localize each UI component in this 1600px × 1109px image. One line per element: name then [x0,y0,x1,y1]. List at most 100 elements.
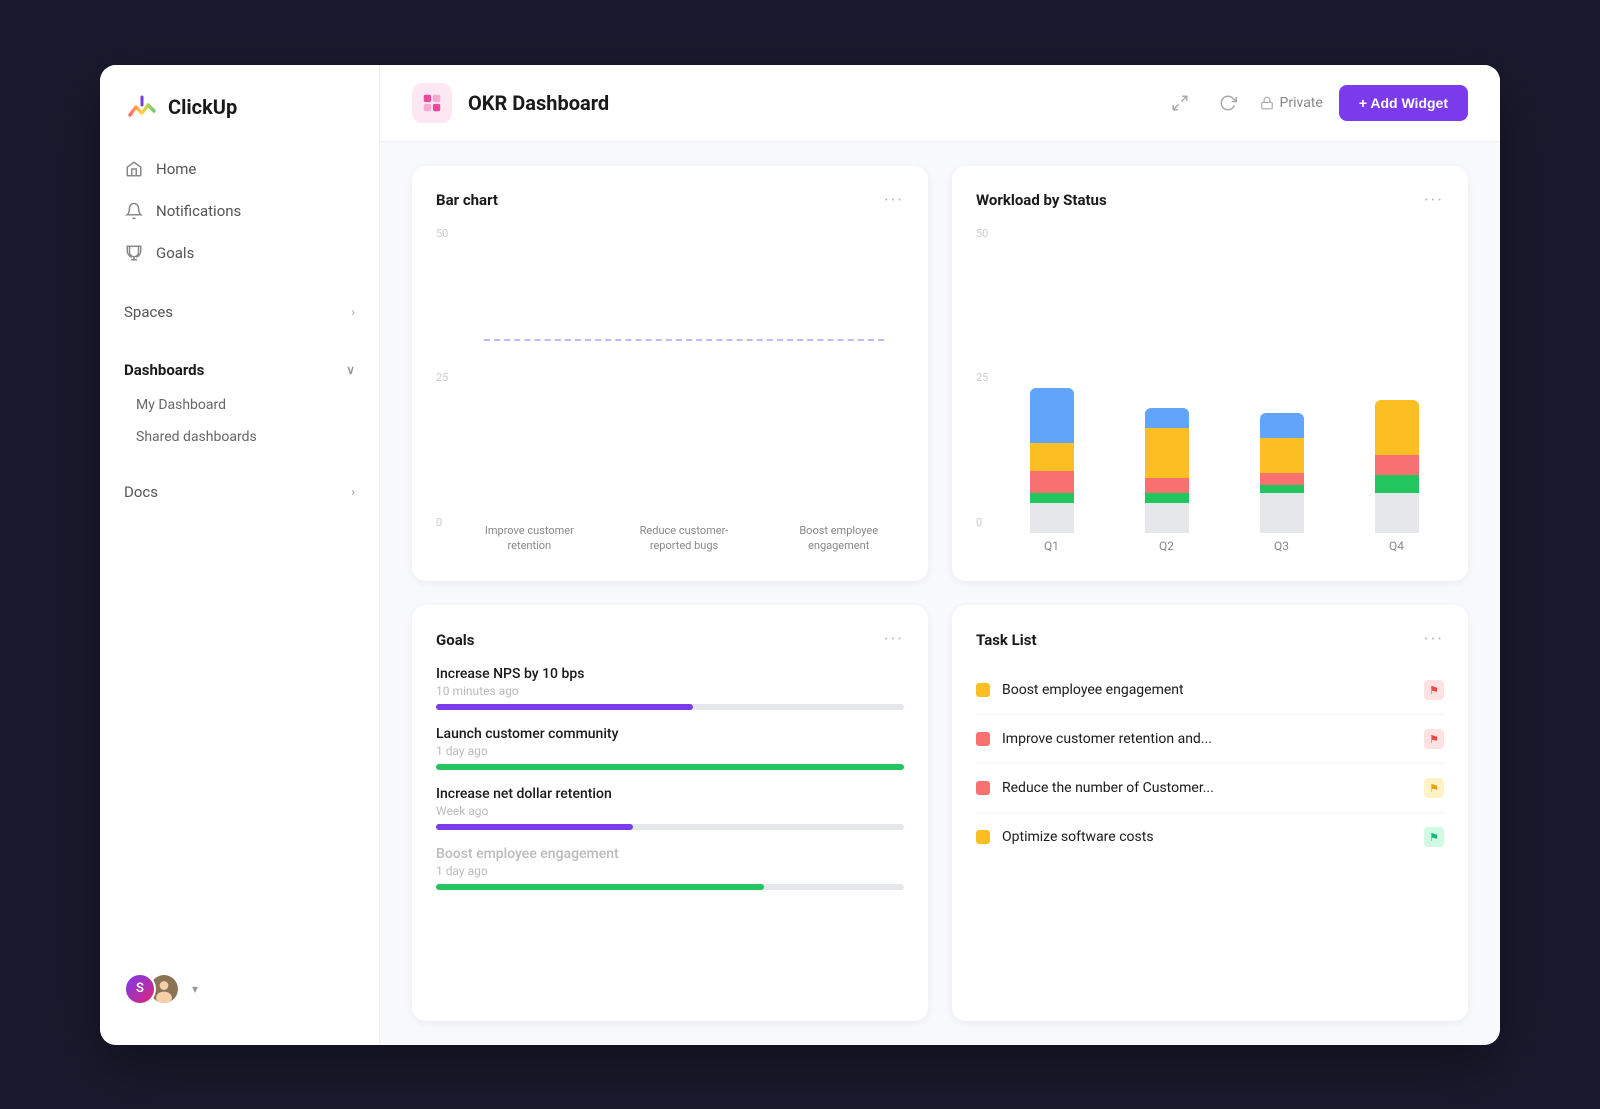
sidebar-spaces-section: Spaces › [100,293,379,331]
task-list-widget: Task List ··· Boost employee engagement … [952,605,1468,1021]
bar-chart-area: 50 25 0 Improve customerretention [436,227,904,558]
workload-chart-widget: Workload by Status ··· 50 25 0 [952,166,1468,582]
nav-items: Home Notifications [100,149,379,273]
sidebar-item-goals[interactable]: Goals [112,233,367,273]
task-2-flag: ⚑ [1424,729,1444,749]
refresh-button[interactable] [1212,87,1244,119]
dashboards-chevron-icon: ∨ [346,363,355,377]
dashboard-grid: Bar chart ··· 50 25 0 [380,142,1500,1045]
seg-q2-green [1145,493,1189,503]
privacy-label: Private [1280,95,1323,111]
home-icon [124,159,144,179]
goal-4-time: 1 day ago [436,864,904,878]
workload-y-0: 0 [976,516,996,529]
seg-q3-blue [1260,413,1304,438]
seg-q1-blue [1030,388,1074,443]
seg-q4-green [1375,475,1419,493]
sidebar-item-dashboards[interactable]: Dashboards ∨ [112,351,367,389]
shared-dashboards-label: Shared dashboards [136,429,257,445]
goal-1-name: Increase NPS by 10 bps [436,666,904,682]
workload-bar-q2: Q2 [1119,408,1214,553]
expand-button[interactable] [1164,87,1196,119]
workload-q4-label: Q4 [1389,539,1404,553]
seg-q1-pink [1030,471,1074,493]
goal-2-progress-bar [436,764,904,770]
workload-y-50: 50 [976,227,996,240]
task-3-flag: ⚑ [1424,778,1444,798]
sidebar-item-shared-dashboards[interactable]: Shared dashboards [112,421,367,453]
seg-q1-yellow [1030,443,1074,471]
workload-title: Workload by Status [976,191,1107,209]
task-1-flag: ⚑ [1424,680,1444,700]
workload-bar-q1: Q1 [1004,388,1099,553]
add-widget-button[interactable]: + Add Widget [1339,85,1468,121]
bar-y-label-25: 25 [436,371,456,384]
bar-y-label-50: 50 [436,227,456,240]
sidebar-item-docs[interactable]: Docs › [112,473,367,511]
goal-item-1: Increase NPS by 10 bps 10 minutes ago [436,666,904,710]
bar-group-1: Improve customerretention [464,518,595,553]
goal-item-4: Boost employee engagement 1 day ago [436,846,904,890]
goal-3-name: Increase net dollar retention [436,786,904,802]
sidebar-dashboards-section: Dashboards ∨ My Dashboard Shared dashboa… [100,351,379,453]
goals-list: Increase NPS by 10 bps 10 minutes ago La… [436,666,904,890]
task-item-3: Reduce the number of Customer... ⚑ [976,764,1444,813]
workload-header: Workload by Status ··· [976,190,1444,211]
logo-area: ClickUp [100,89,379,149]
stacked-bar-q1 [1030,388,1074,533]
workload-q1-label: Q1 [1044,539,1059,553]
bar-label-3: Boost employeeengagement [799,524,878,553]
seg-q2-blue [1145,408,1189,428]
seg-q1-green [1030,493,1074,503]
task-1-dot [976,683,990,697]
sidebar-item-my-dashboard[interactable]: My Dashboard [112,389,367,421]
task-list-header: Task List ··· [976,629,1444,650]
workload-y-25: 25 [976,371,996,384]
sidebar-docs-label: Docs [124,483,158,501]
bar-group-3: Boost employeeengagement [773,518,904,553]
goals-more-button[interactable]: ··· [884,629,904,650]
task-item-4: Optimize software costs ⚑ [976,813,1444,861]
task-4-name: Optimize software costs [1002,829,1412,845]
goal-item-3: Increase net dollar retention Week ago [436,786,904,830]
top-bar: OKR Dashboard [380,65,1500,142]
seg-q3-gray [1260,493,1304,533]
app-container: ClickUp Home [100,65,1500,1045]
workload-q3-label: Q3 [1274,539,1289,553]
stacked-bar-q2 [1145,408,1189,533]
goal-4-progress-bar [436,884,904,890]
sidebar-item-notifications-label: Notifications [156,202,241,220]
workload-more-button[interactable]: ··· [1424,190,1444,211]
sidebar-item-home[interactable]: Home [112,149,367,189]
seg-q3-pink [1260,473,1304,485]
task-list-title: Task List [976,631,1037,649]
task-1-name: Boost employee engagement [1002,682,1412,698]
task-4-dot [976,830,990,844]
stacked-bar-q4 [1375,400,1419,533]
goal-3-progress-bar [436,824,904,830]
stacked-bar-q3 [1260,413,1304,533]
goal-1-progress-fill [436,704,693,710]
goal-3-progress-fill [436,824,633,830]
goal-1-time: 10 minutes ago [436,684,904,698]
seg-q4-pink [1375,455,1419,475]
workload-q2-label: Q2 [1159,539,1174,553]
goal-3-time: Week ago [436,804,904,818]
main-content: OKR Dashboard [380,65,1500,1045]
task-item-2: Improve customer retention and... ⚑ [976,715,1444,764]
goal-2-name: Launch customer community [436,726,904,742]
dashboard-icon-wrap [412,83,452,123]
workload-bar-q4: Q4 [1349,400,1444,553]
seg-q4-gray [1375,493,1419,533]
task-list-more-button[interactable]: ··· [1424,629,1444,650]
avatar-stack: S [124,973,180,1005]
user-dropdown-arrow[interactable]: ▾ [192,982,198,996]
bar-chart-more-button[interactable]: ··· [884,190,904,211]
docs-chevron-icon: › [351,485,355,499]
trophy-icon [124,243,144,263]
goal-item-2: Launch customer community 1 day ago [436,726,904,770]
task-3-dot [976,781,990,795]
sidebar-item-spaces[interactable]: Spaces › [112,293,367,331]
task-item-1: Boost employee engagement ⚑ [976,666,1444,715]
sidebar-item-notifications[interactable]: Notifications [112,191,367,231]
